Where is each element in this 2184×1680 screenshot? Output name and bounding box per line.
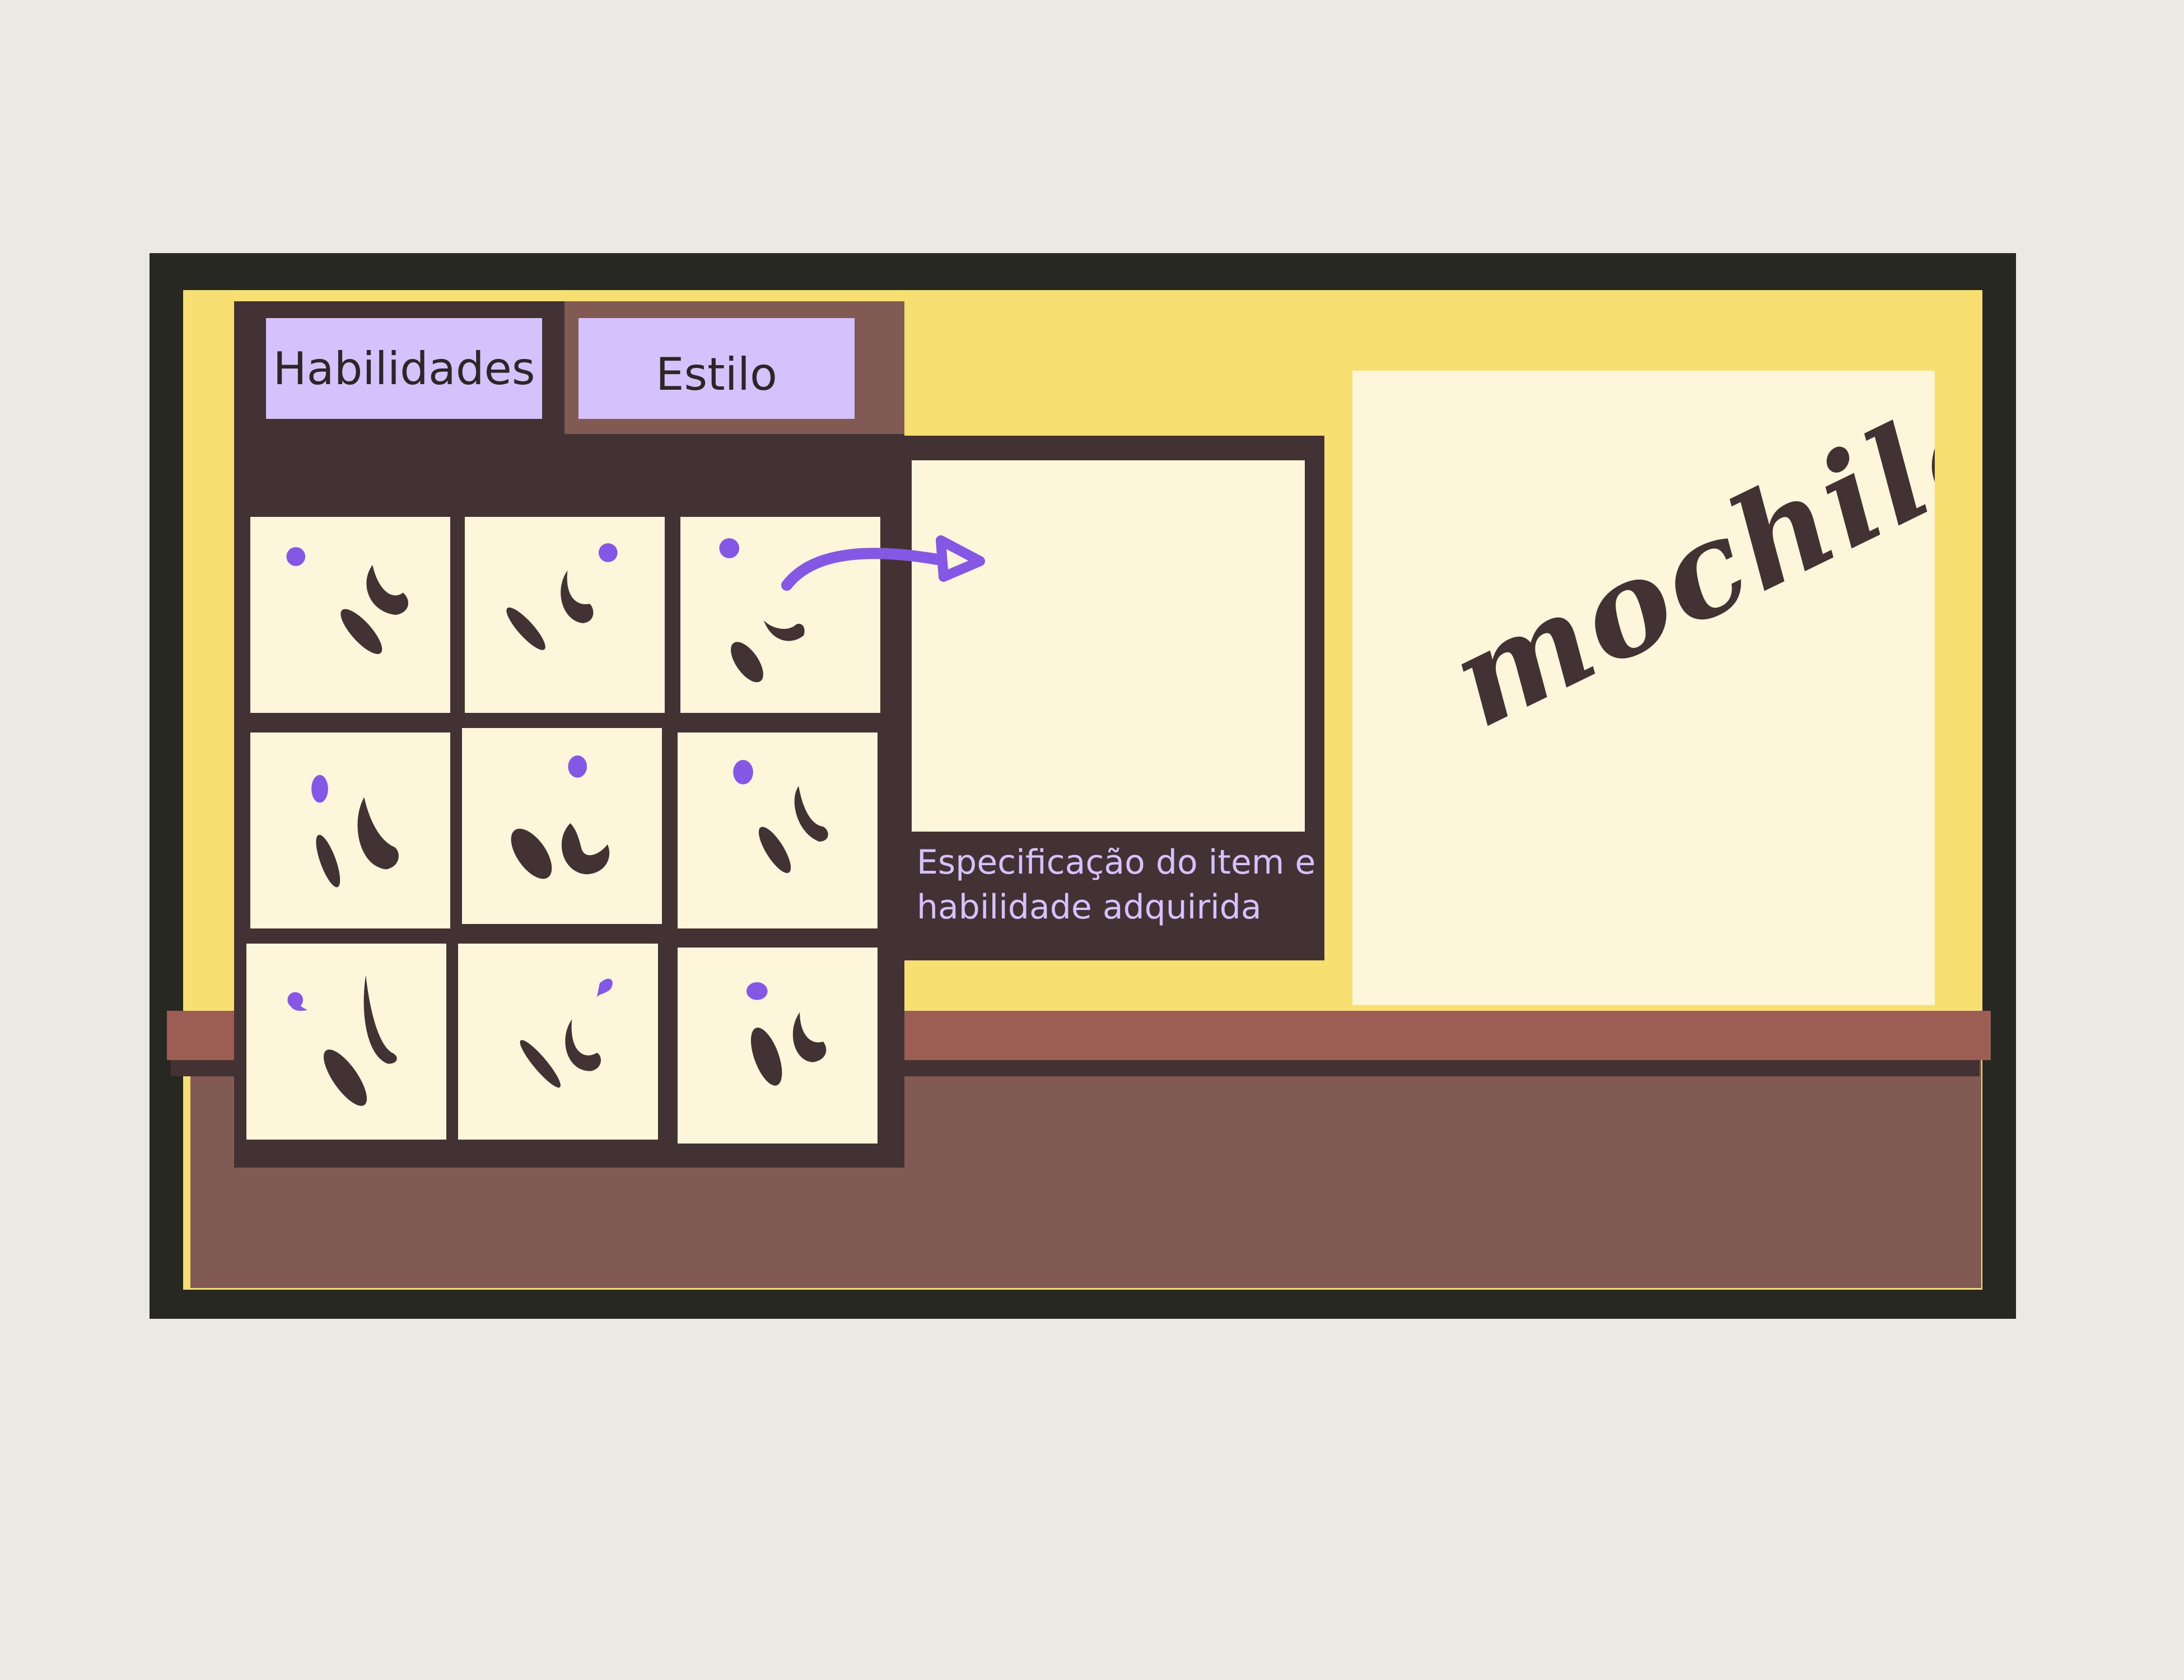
item-sprite-icon (506, 543, 618, 650)
inventory-slot-6[interactable] (678, 732, 878, 928)
backpack-title: mochila (1429, 371, 1935, 757)
inventory-slot-5[interactable] (462, 728, 662, 924)
tab-habilidades[interactable]: Habilidades (266, 318, 542, 419)
item-sprite-icon (733, 760, 828, 873)
tab-estilo[interactable]: Estilo (578, 318, 855, 419)
arrow-icon (781, 535, 985, 591)
item-detail-preview (912, 460, 1305, 832)
inventory-slot-8[interactable] (458, 944, 658, 1140)
item-detail-caption: Especificação do item e habilidade adqui… (917, 843, 1316, 927)
item-sprite-icon (746, 982, 827, 1086)
item-sprite-icon (286, 547, 409, 654)
inventory-slot-4[interactable] (250, 732, 450, 928)
inventory-slot-1[interactable] (250, 517, 450, 713)
tab-habilidades-label: Habilidades (273, 342, 535, 395)
item-sprite-icon (520, 978, 613, 1088)
inventory-slot-9[interactable] (678, 948, 878, 1144)
item-sprite-icon (511, 755, 610, 879)
backpack-title-lettering: mochila (1429, 358, 2033, 757)
inventory-slot-7[interactable] (246, 944, 446, 1140)
inventory-slot-2[interactable] (465, 517, 665, 713)
tab-estilo-label: Estilo (656, 348, 777, 400)
backpack-panel: mochila (1352, 358, 2033, 1005)
item-sprite-icon (311, 774, 399, 888)
item-sprite-icon (287, 975, 397, 1106)
